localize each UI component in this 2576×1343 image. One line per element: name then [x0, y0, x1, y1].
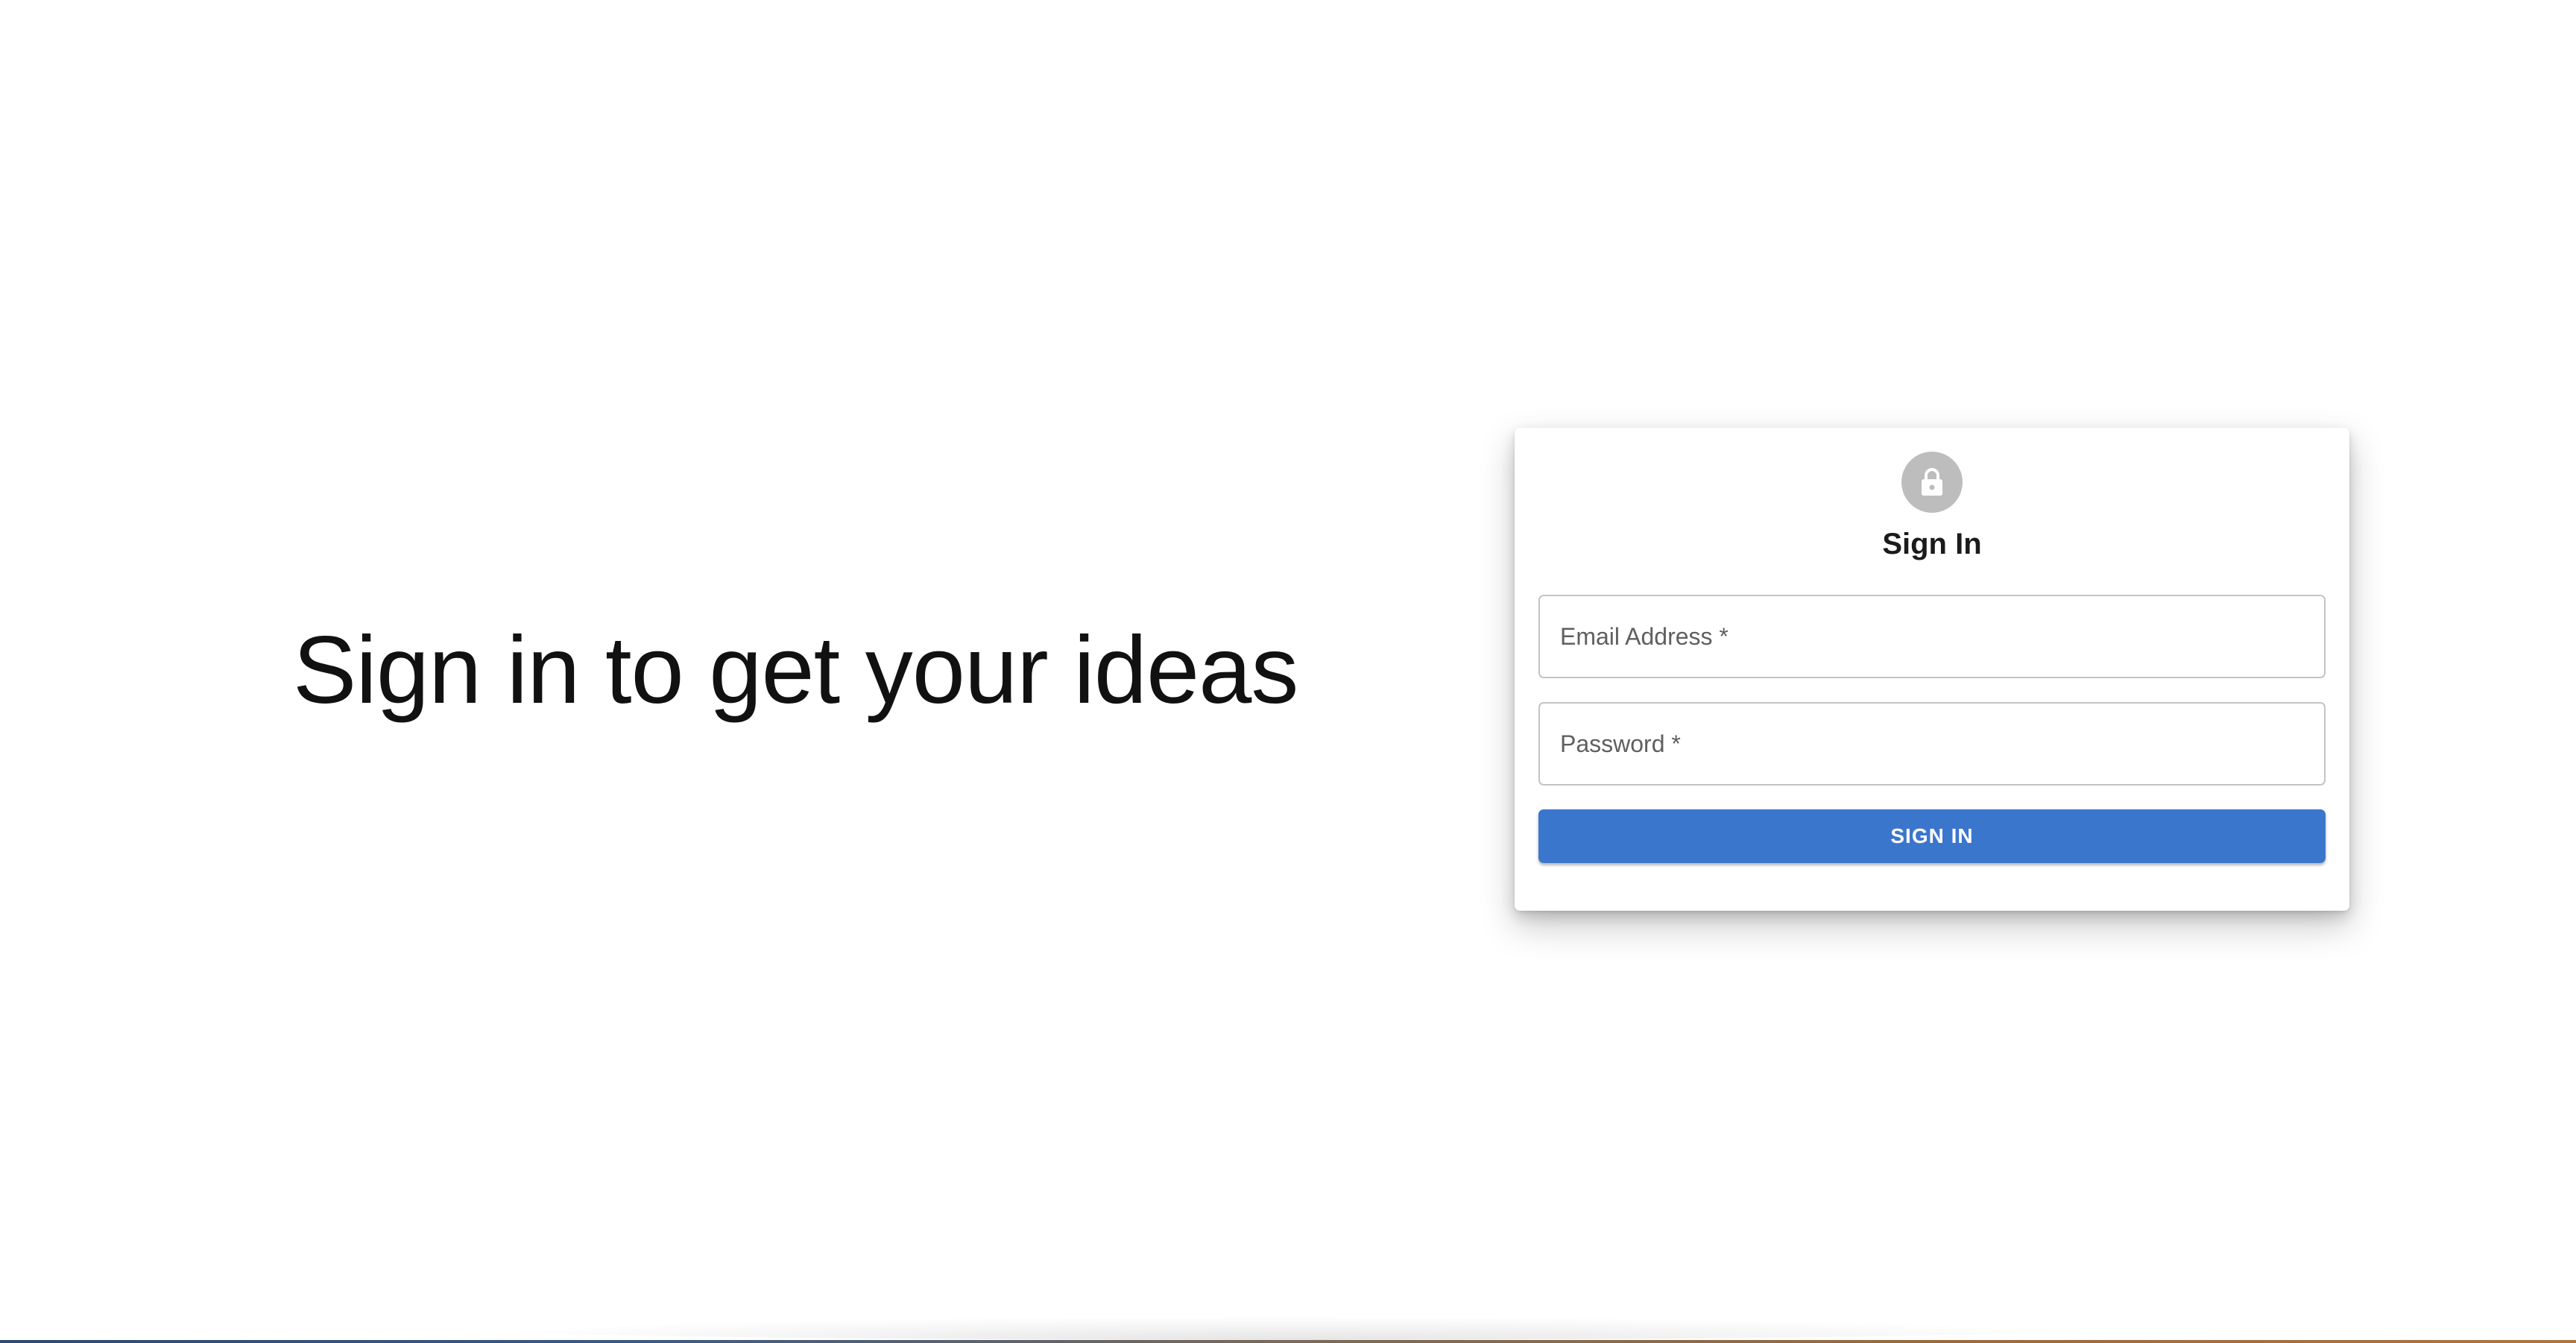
lock-avatar: [1901, 452, 1963, 513]
sign-in-title: Sign In: [1882, 528, 1982, 560]
email-field-container: Email Address *: [1538, 595, 2326, 678]
lock-icon: [1919, 467, 1945, 497]
window-bottom-edge: [0, 1340, 2576, 1343]
sign-in-page: Sign in to get your ideas Sign In Email …: [0, 0, 2576, 1343]
password-field[interactable]: [1540, 704, 2324, 784]
sign-in-card: Sign In Email Address * Password * SIGN …: [1515, 428, 2349, 911]
sign-in-button[interactable]: SIGN IN: [1538, 809, 2326, 863]
password-field-container: Password *: [1538, 702, 2326, 786]
hero-heading: Sign in to get your ideas: [293, 617, 1298, 724]
email-field[interactable]: [1540, 596, 2324, 677]
bottom-shadow: [477, 1318, 2087, 1340]
